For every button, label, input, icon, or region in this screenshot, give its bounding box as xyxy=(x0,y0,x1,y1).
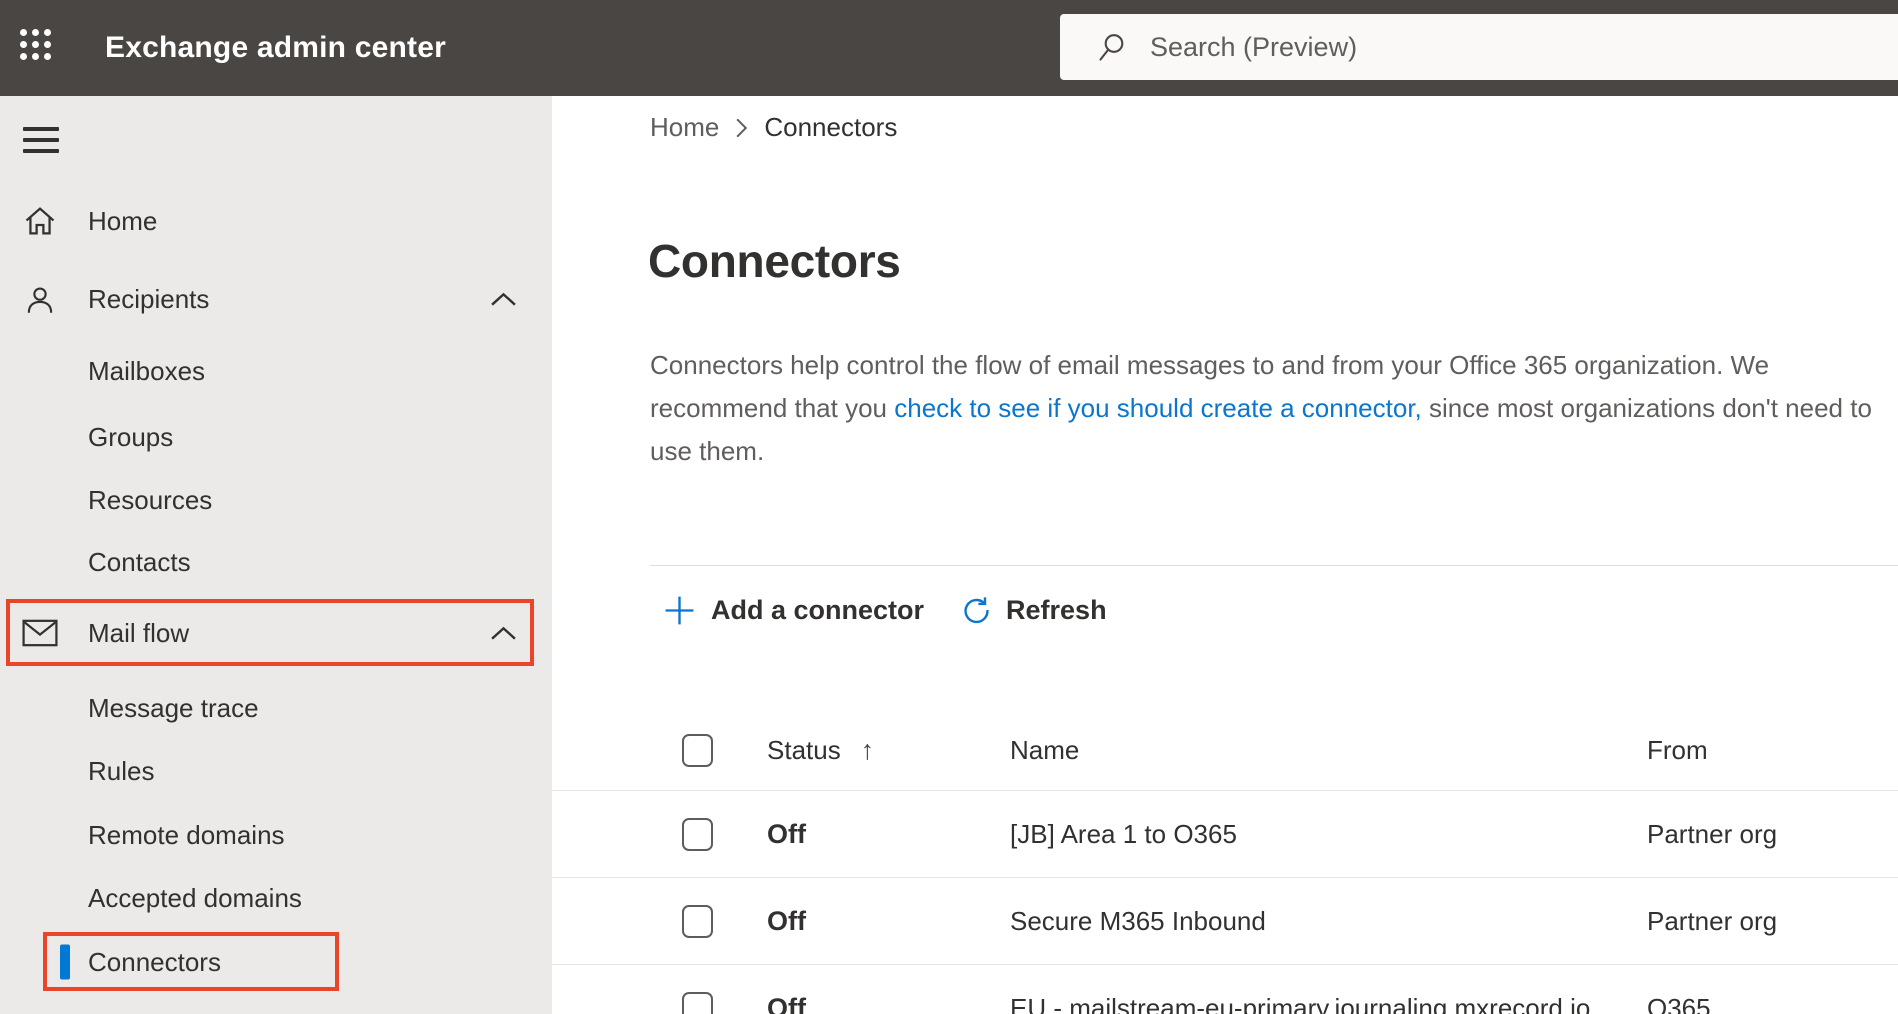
sidebar-item-connectors[interactable]: Connectors xyxy=(0,933,552,991)
sidebar-item-resources[interactable]: Resources xyxy=(0,469,552,531)
sidebar-item-mail-flow[interactable]: Mail flow xyxy=(0,600,552,666)
person-icon xyxy=(22,282,58,318)
selected-item-indicator xyxy=(60,944,70,980)
breadcrumb-home-link[interactable]: Home xyxy=(650,112,719,143)
refresh-label: Refresh xyxy=(1006,594,1107,625)
refresh-button[interactable]: Refresh xyxy=(960,595,1107,626)
page-title: Connectors xyxy=(648,235,901,287)
row-status: Off xyxy=(767,818,806,849)
select-all-checkbox[interactable] xyxy=(682,733,713,767)
row-checkbox-cell xyxy=(682,991,767,1014)
table-row[interactable]: Off [JB] Area 1 to O365 Partner org xyxy=(552,790,1898,877)
sidebar-item-label: Connectors xyxy=(88,946,221,977)
home-icon xyxy=(22,203,58,239)
connectors-table: Status ↑ Name From Off [JB] Area 1 to O3… xyxy=(552,710,1898,1014)
column-header-status[interactable]: Status ↑ xyxy=(767,735,1010,766)
table-row[interactable]: Off Secure M365 Inbound Partner org xyxy=(552,877,1898,964)
sidebar-item-label: Remote domains xyxy=(88,819,285,850)
select-row-checkbox[interactable] xyxy=(682,904,713,938)
add-connector-button[interactable]: Add a connector xyxy=(663,594,924,627)
row-checkbox-cell xyxy=(682,904,767,938)
row-status: Off xyxy=(767,905,806,936)
toolbar-divider xyxy=(650,565,1898,566)
sidebar-item-label: Home xyxy=(88,205,158,236)
app-title: Exchange admin center xyxy=(105,31,446,64)
column-header-from[interactable]: From xyxy=(1647,735,1898,766)
breadcrumb: Home Connectors xyxy=(650,112,897,143)
mail-icon xyxy=(22,619,58,647)
app-launcher-waffle-icon[interactable] xyxy=(20,29,60,69)
sidebar-nav: Home Recipients Mailboxes Groups Resourc… xyxy=(0,96,552,1014)
hamburger-menu-icon[interactable] xyxy=(23,127,59,160)
sidebar-item-home[interactable]: Home xyxy=(0,185,552,257)
search-icon xyxy=(1096,31,1128,63)
row-name[interactable]: Secure M365 Inbound xyxy=(1010,906,1647,937)
row-checkbox-cell xyxy=(682,817,767,851)
status-header-label: Status xyxy=(767,734,841,765)
sidebar-item-label: Mailboxes xyxy=(88,355,206,386)
sidebar-item-recipients[interactable]: Recipients xyxy=(0,263,552,336)
refresh-icon xyxy=(960,595,991,626)
sidebar-item-label: Mail flow xyxy=(88,617,190,648)
sidebar-item-label: Message trace xyxy=(88,692,259,723)
sidebar-item-mailboxes[interactable]: Mailboxes xyxy=(0,340,552,402)
topbar: Exchange admin center Search (Preview) xyxy=(0,0,1898,96)
sidebar-item-label: Groups xyxy=(88,421,174,452)
chevron-up-icon[interactable] xyxy=(490,292,517,307)
sidebar-item-message-trace[interactable]: Message trace xyxy=(0,677,552,739)
main-content: Home Connectors Connectors Connectors he… xyxy=(552,96,1898,1014)
sidebar-item-rules[interactable]: Rules xyxy=(0,740,552,803)
search-input[interactable]: Search (Preview) xyxy=(1060,14,1898,80)
create-connector-check-link[interactable]: check to see if you should create a conn… xyxy=(894,393,1422,423)
toolbar: Add a connector Refresh xyxy=(663,584,1107,636)
sidebar-item-label: Contacts xyxy=(88,547,191,577)
exchange-admin-center-app: Exchange admin center Search (Preview) H… xyxy=(0,0,1898,1014)
page-description: Connectors help control the flow of emai… xyxy=(650,344,1890,473)
breadcrumb-current: Connectors xyxy=(764,112,898,142)
row-from: Partner org xyxy=(1647,818,1778,849)
sidebar-item-contacts[interactable]: Contacts xyxy=(0,531,552,594)
row-name[interactable]: EU - mailstream-eu-primary.journaling.mx… xyxy=(1010,993,1647,1014)
chevron-right-icon xyxy=(735,117,748,139)
sidebar-item-label: Recipients xyxy=(88,284,210,314)
row-from: Partner org xyxy=(1647,905,1778,936)
table-row[interactable]: Off EU - mailstream-eu-primary.journalin… xyxy=(552,964,1898,1014)
row-from: O365 xyxy=(1647,992,1711,1014)
sidebar-item-label: Resources xyxy=(88,484,213,515)
sidebar-item-label: Accepted domains xyxy=(88,882,302,913)
header-checkbox-cell xyxy=(682,733,767,767)
select-row-checkbox[interactable] xyxy=(682,817,713,851)
add-connector-label: Add a connector xyxy=(711,594,925,625)
sort-ascending-icon: ↑ xyxy=(860,734,875,765)
sidebar-item-label: Rules xyxy=(88,756,155,786)
sidebar-item-accepted-domains[interactable]: Accepted domains xyxy=(0,867,552,929)
column-header-name[interactable]: Name xyxy=(1010,735,1647,766)
sidebar-item-groups[interactable]: Groups xyxy=(0,406,552,468)
search-placeholder: Search (Preview) xyxy=(1150,31,1358,62)
chevron-up-icon[interactable] xyxy=(490,626,517,641)
sidebar-item-remote-domains[interactable]: Remote domains xyxy=(0,804,552,866)
select-row-checkbox[interactable] xyxy=(682,991,713,1014)
row-status: Off xyxy=(767,992,806,1014)
table-header-row: Status ↑ Name From xyxy=(552,710,1898,790)
plus-icon xyxy=(663,594,696,627)
row-name[interactable]: [JB] Area 1 to O365 xyxy=(1010,819,1647,850)
